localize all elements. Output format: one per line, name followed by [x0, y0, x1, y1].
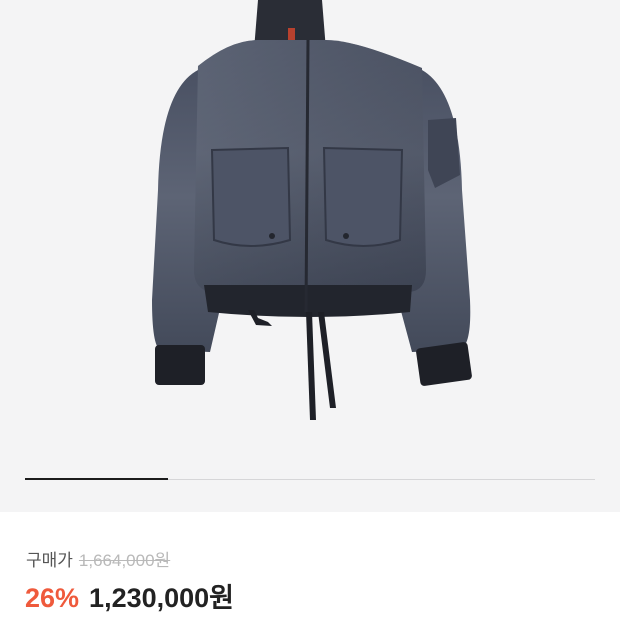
product-image — [152, 0, 472, 420]
original-price-row: 구매가 1,664,000원 — [26, 546, 170, 571]
price-label: 구매가 — [26, 551, 73, 570]
gallery-progress-thumb — [25, 478, 168, 480]
sale-price: 1,230,000원 — [89, 583, 235, 613]
sale-price-row: 26% 1,230,000원 — [25, 576, 234, 615]
price-section: 구매가 1,664,000원 26% 1,230,000원 — [0, 512, 620, 620]
discount-rate: 26% — [25, 583, 80, 613]
product-image-gallery[interactable] — [0, 0, 620, 512]
original-price: 1,664,000원 — [78, 551, 171, 570]
